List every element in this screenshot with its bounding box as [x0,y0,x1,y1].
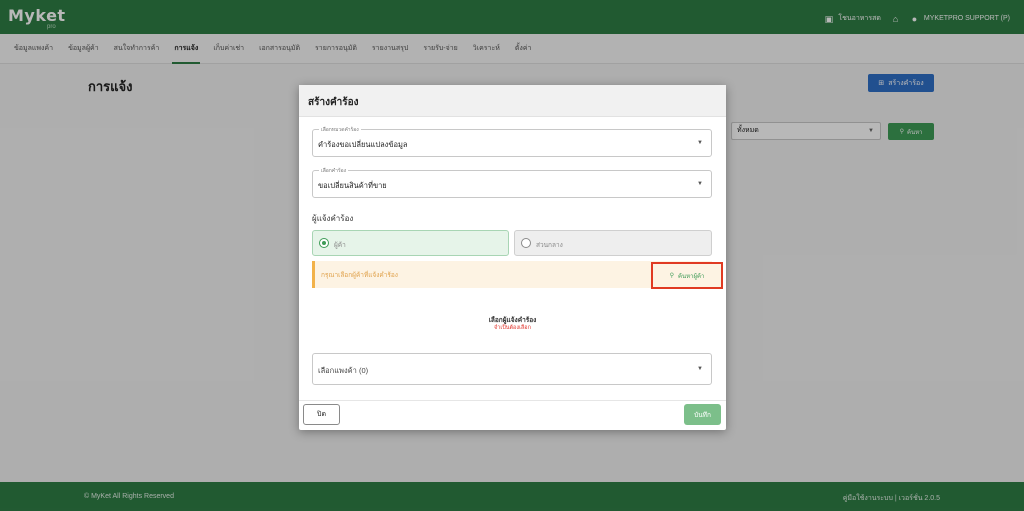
close-button[interactable]: ปิด [303,404,340,425]
save-button[interactable]: บันทึก [684,404,721,425]
radio-vendor-label: ผู้ค้า [334,242,346,249]
shop-select-value: เลือกแพงค้า (0) [318,366,369,375]
request-type-select[interactable]: เลือกคำร้อง ขอเปลี่ยนสินค้าที่ขาย ▼ [312,167,712,198]
request-type-value: ขอเปลี่ยนสินค้าที่ขาย [318,181,387,190]
pick-requester-required: จำเป็นต้องเลือก [494,325,531,331]
request-category-select[interactable]: เลือกหมวดคำร้อง คำร้องขอเปลี่ยนแปลงข้อมู… [312,126,712,157]
modal-title: สร้างคำร้อง [308,97,359,108]
chevron-down-icon: ▼ [697,366,703,372]
radio-central[interactable]: ส่วนกลาง [514,230,712,256]
request-type-label: เลือกคำร้อง [319,167,349,175]
find-vendor-button[interactable]: ⚲ ค้นหาผู้ค้า [651,262,723,289]
create-request-modal: สร้างคำร้อง เลือกหมวดคำร้อง คำร้องขอเปลี… [299,85,726,430]
select-vendor-warning-text: กรุณาเลือกผู้ค้าที่แจ้งคำร้อง [321,272,398,279]
shop-select[interactable]: เลือกแพงค้า (0) ▼ [312,353,712,385]
radio-unchecked-icon [521,238,531,248]
request-category-label: เลือกหมวดคำร้อง [319,126,361,134]
radio-checked-icon [319,238,329,248]
modal-header: สร้างคำร้อง [299,85,726,117]
radio-central-label: ส่วนกลาง [536,242,563,249]
search-icon: ⚲ [669,273,675,279]
radio-vendor[interactable]: ผู้ค้า [312,230,509,256]
modal-footer-divider [299,400,726,401]
find-vendor-label: ค้นหาผู้ค้า [678,273,705,280]
requester-section-label: ผู้แจ้งคำร้อง [312,214,354,223]
chevron-down-icon: ▼ [697,181,703,187]
chevron-down-icon: ▼ [697,140,703,146]
request-category-value: คำร้องขอเปลี่ยนแปลงข้อมูล [318,140,408,149]
